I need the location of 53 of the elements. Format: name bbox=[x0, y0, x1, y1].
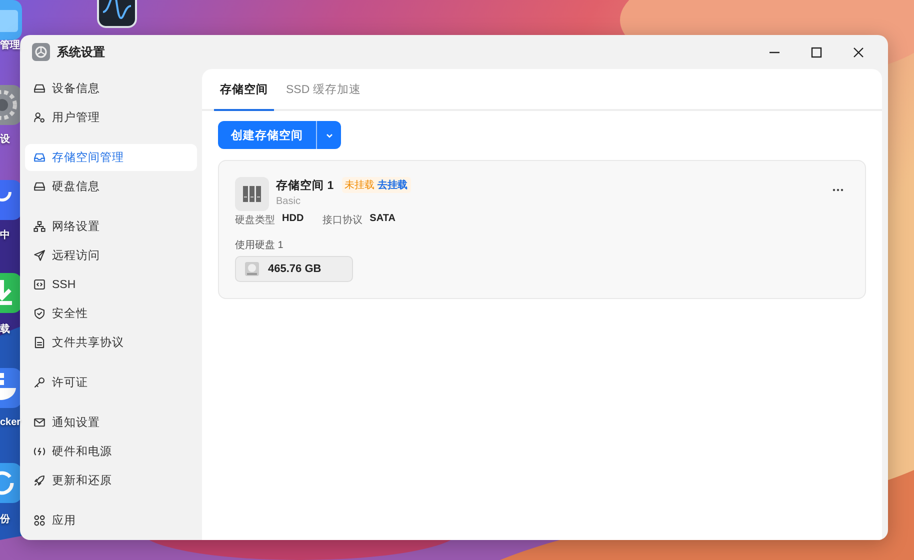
drive-icon bbox=[33, 180, 46, 193]
shield-icon bbox=[33, 307, 46, 320]
mount-link[interactable]: 去挂载 bbox=[378, 178, 408, 192]
sidebar-item[interactable]: 硬件和电源 bbox=[25, 438, 197, 465]
waveform-app-icon[interactable] bbox=[97, 0, 137, 28]
app-label: 份 bbox=[0, 512, 10, 526]
storage-name: 存储空间 1 bbox=[276, 178, 334, 192]
sidebar-item[interactable]: 文件共享协议 bbox=[25, 329, 197, 356]
disk-chip: 465.76 GB bbox=[235, 256, 353, 282]
sidebar-item[interactable]: 通知设置 bbox=[25, 409, 197, 436]
power-icon bbox=[33, 445, 46, 458]
raid-type: Basic bbox=[276, 196, 302, 207]
close-icon[interactable] bbox=[853, 46, 864, 58]
sidebar-item[interactable]: 远程访问 bbox=[25, 242, 197, 269]
network-icon bbox=[33, 220, 46, 233]
key-icon bbox=[33, 376, 46, 389]
sidebar-item[interactable]: 存储空间管理 bbox=[25, 144, 197, 171]
sidebar-item[interactable]: 网络设置 bbox=[25, 213, 197, 240]
server-icon bbox=[235, 177, 269, 211]
status-text: 未挂载 bbox=[344, 178, 375, 192]
app-label: 设 bbox=[0, 132, 10, 146]
code-icon bbox=[33, 278, 46, 291]
field-value: HDD bbox=[282, 213, 304, 226]
field-label: 接口协议 bbox=[322, 214, 363, 227]
sidebar-item[interactable]: 更新和还原 bbox=[25, 467, 197, 494]
disks-label: 使用硬盘 1 bbox=[235, 239, 284, 252]
field-value: SATA bbox=[370, 213, 396, 226]
sidebar-item[interactable]: 许可证 bbox=[25, 369, 197, 396]
settings-app-icon bbox=[32, 43, 50, 61]
apps-icon bbox=[33, 514, 46, 527]
sidebar-item[interactable]: 安全性 bbox=[25, 300, 197, 327]
more-button[interactable] bbox=[831, 187, 845, 193]
rocket-icon bbox=[33, 474, 46, 487]
app-label: 管理 bbox=[0, 38, 20, 52]
mail-icon bbox=[33, 416, 46, 429]
sidebar-item[interactable]: 应用 bbox=[25, 507, 197, 534]
drive-icon bbox=[33, 82, 46, 95]
tab[interactable]: 存储空间 bbox=[214, 69, 274, 111]
sidebar-item[interactable]: 硬盘信息 bbox=[25, 173, 197, 200]
app-label: 载 bbox=[0, 322, 10, 336]
field-label: 硬盘类型 bbox=[235, 214, 275, 227]
send-icon bbox=[33, 249, 46, 262]
user-icon bbox=[33, 111, 46, 124]
sidebar-item[interactable]: 用户管理 bbox=[25, 104, 197, 131]
window-title: 系统设置 bbox=[57, 44, 105, 60]
tab[interactable]: SSD 缓存加速 bbox=[280, 69, 367, 111]
ellipsis-icon bbox=[831, 187, 845, 193]
sidebar-item[interactable]: SSH bbox=[25, 271, 197, 298]
sidebar-item[interactable]: 设备信息 bbox=[25, 75, 197, 102]
document-icon bbox=[33, 336, 46, 349]
maximize-icon[interactable] bbox=[811, 46, 822, 58]
inbox-icon bbox=[33, 151, 46, 164]
app-label: 中 bbox=[0, 228, 10, 242]
